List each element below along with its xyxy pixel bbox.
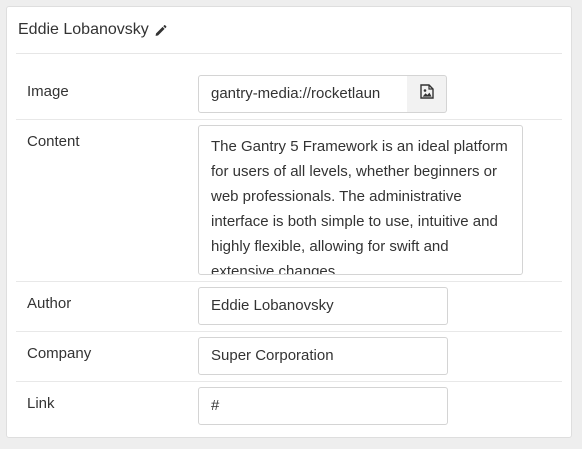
author-input[interactable]: Eddie Lobanovsky <box>198 287 448 325</box>
image-row: Image gantry-media://rocketlaun <box>16 65 562 120</box>
author-label: Author <box>27 295 72 312</box>
link-label: Link <box>27 395 55 412</box>
image-input[interactable]: gantry-media://rocketlaun <box>198 75 408 113</box>
image-field-group: gantry-media://rocketlaun <box>16 75 562 113</box>
item-title: Eddie Lobanovsky <box>18 21 149 38</box>
content-label: Content <box>27 133 80 150</box>
link-row: Link # <box>16 381 562 431</box>
header-divider <box>16 53 562 54</box>
content-textarea[interactable]: The Gantry 5 Framework is an ideal platf… <box>198 125 523 275</box>
particle-item-panel: Eddie Lobanovsky Image gantry-media://ro… <box>6 6 572 438</box>
company-input[interactable]: Super Corporation <box>198 337 448 375</box>
item-header: Eddie Lobanovsky <box>7 7 571 53</box>
image-file-icon <box>419 84 434 104</box>
company-row: Company Super Corporation <box>16 331 562 382</box>
author-row: Author Eddie Lobanovsky <box>16 281 562 332</box>
image-picker-button[interactable] <box>407 75 447 113</box>
link-input[interactable]: # <box>198 387 448 425</box>
content-row: Content The Gantry 5 Framework is an ide… <box>16 119 562 282</box>
company-label: Company <box>27 345 92 362</box>
pencil-icon[interactable] <box>154 24 167 37</box>
